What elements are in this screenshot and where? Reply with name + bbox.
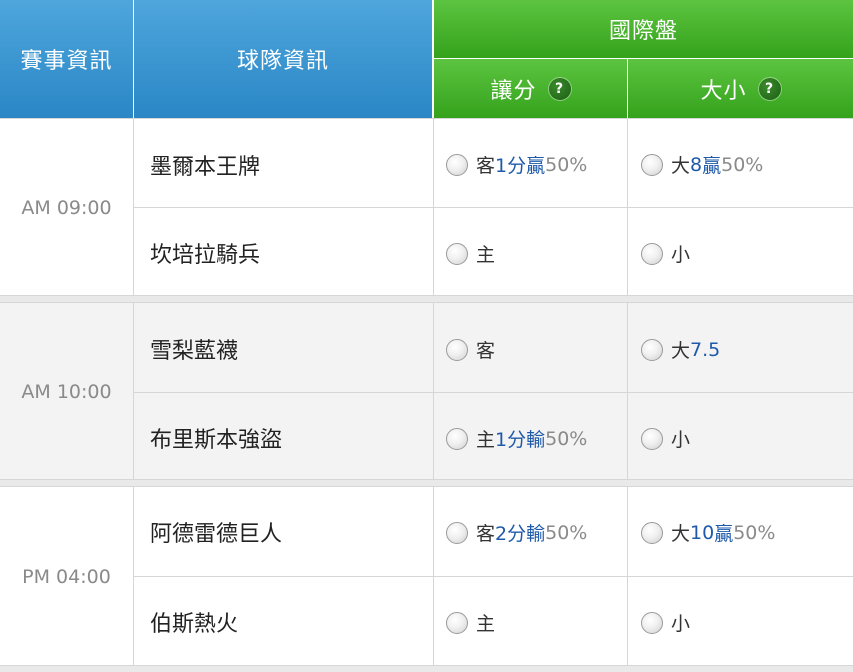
option-line: 8 (690, 153, 703, 176)
header-divider (433, 0, 434, 118)
header-event-info-label: 賽事資訊 (20, 49, 113, 74)
row-divider (134, 207, 853, 208)
option-result: 贏 (526, 155, 546, 177)
option-percent: 50% (545, 153, 588, 176)
total-option[interactable]: 大 7.5 (641, 336, 720, 363)
group-separator (0, 666, 853, 672)
radio-button[interactable] (641, 242, 663, 265)
header-event-info: 賽事資訊 (0, 0, 133, 118)
total-option[interactable]: 小 (641, 425, 690, 452)
radio-button[interactable] (446, 611, 468, 634)
option-line: 7.5 (690, 338, 721, 361)
header-spread-label: 讓分 (490, 78, 537, 104)
radio-button[interactable] (446, 153, 468, 176)
option-handicap: 1分 (495, 429, 527, 451)
option-side: 主 (476, 244, 496, 266)
row-divider (134, 392, 853, 393)
column-divider (627, 119, 628, 297)
option-percent: 50% (733, 521, 776, 544)
header-team-info-label: 球隊資訊 (236, 49, 329, 74)
column-divider (627, 487, 628, 667)
option-line: 10 (690, 521, 715, 544)
option-handicap: 2分 (495, 523, 527, 545)
option-side: 客 (476, 340, 496, 362)
team-name: 墨爾本王牌 (150, 155, 261, 180)
total-option[interactable]: 小 (641, 240, 690, 267)
table-header: 賽事資訊 球隊資訊 國際盤 讓分 ? 大小 ? (0, 0, 853, 118)
spread-option[interactable]: 客 (446, 336, 495, 363)
option-result: 輸 (526, 429, 546, 451)
team-name: 布里斯本強盜 (150, 428, 283, 453)
total-option[interactable]: 大 10 贏 50% (641, 519, 775, 546)
match-time: AM 09:00 (21, 197, 112, 219)
option-percent: 50% (545, 521, 588, 544)
radio-button[interactable] (641, 611, 663, 634)
radio-button[interactable] (641, 427, 663, 450)
spread-option[interactable]: 客 1分 贏 50% (446, 151, 587, 178)
header-over-under-label: 大小 (700, 78, 747, 104)
radio-button[interactable] (641, 153, 663, 176)
spread-option[interactable]: 客 2分 輸 50% (446, 519, 587, 546)
option-percent: 50% (545, 427, 588, 450)
radio-button[interactable] (641, 338, 663, 361)
radio-button[interactable] (641, 521, 663, 544)
header-team-info: 球隊資訊 (134, 0, 432, 118)
team-name: 阿德雷德巨人 (150, 522, 283, 547)
match-group: PM 04:00 阿德雷德巨人 客 2分 輸 50% 大 10 贏 50% 伯斯… (0, 486, 853, 667)
option-side: 主 (476, 613, 496, 635)
radio-button[interactable] (446, 427, 468, 450)
option-side: 大 (671, 155, 691, 177)
spread-help-icon[interactable]: ? (548, 77, 571, 100)
radio-button[interactable] (446, 338, 468, 361)
column-divider (133, 487, 134, 667)
spread-option[interactable]: 主 (446, 609, 495, 636)
match-group: AM 09:00 墨爾本王牌 客 1分 贏 50% 大 8 贏 50% 坎培拉騎… (0, 118, 853, 297)
header-international-label: 國際盤 (608, 19, 678, 44)
match-time: PM 04:00 (22, 566, 111, 588)
option-result: 輸 (526, 523, 546, 545)
column-divider (433, 487, 434, 667)
option-side: 小 (671, 613, 691, 635)
option-side: 主 (476, 429, 496, 451)
option-side: 大 (671, 340, 691, 362)
header-divider (627, 59, 628, 118)
team-name: 伯斯熱火 (150, 612, 239, 637)
spread-option[interactable]: 主 (446, 240, 495, 267)
column-divider (133, 119, 134, 297)
option-handicap: 1分 (495, 155, 527, 177)
team-name: 雪梨藍襪 (150, 339, 239, 364)
option-side: 客 (476, 523, 496, 545)
option-side: 小 (671, 244, 691, 266)
radio-button[interactable] (446, 521, 468, 544)
total-option[interactable]: 大 8 贏 50% (641, 151, 763, 178)
team-name: 坎培拉騎兵 (150, 243, 261, 268)
row-divider (134, 576, 853, 577)
option-side: 小 (671, 429, 691, 451)
radio-button[interactable] (446, 242, 468, 265)
total-option[interactable]: 小 (641, 609, 690, 636)
header-international: 國際盤 (434, 0, 853, 58)
header-spread: 讓分 ? (434, 59, 627, 118)
option-percent: 50% (721, 153, 764, 176)
option-result: 贏 (702, 155, 722, 177)
option-side: 大 (671, 523, 691, 545)
option-result: 贏 (714, 523, 734, 545)
match-time: AM 10:00 (21, 381, 112, 403)
match-group: AM 10:00 雪梨藍襪 客 大 7.5 布里斯本強盜 主 1分 輸 50% … (0, 302, 853, 481)
option-side: 客 (476, 155, 496, 177)
spread-option[interactable]: 主 1分 輸 50% (446, 425, 587, 452)
header-over-under: 大小 ? (628, 59, 853, 118)
over-under-help-icon[interactable]: ? (758, 77, 781, 100)
header-divider (133, 0, 134, 118)
column-divider (433, 119, 434, 297)
header-divider (434, 58, 853, 59)
